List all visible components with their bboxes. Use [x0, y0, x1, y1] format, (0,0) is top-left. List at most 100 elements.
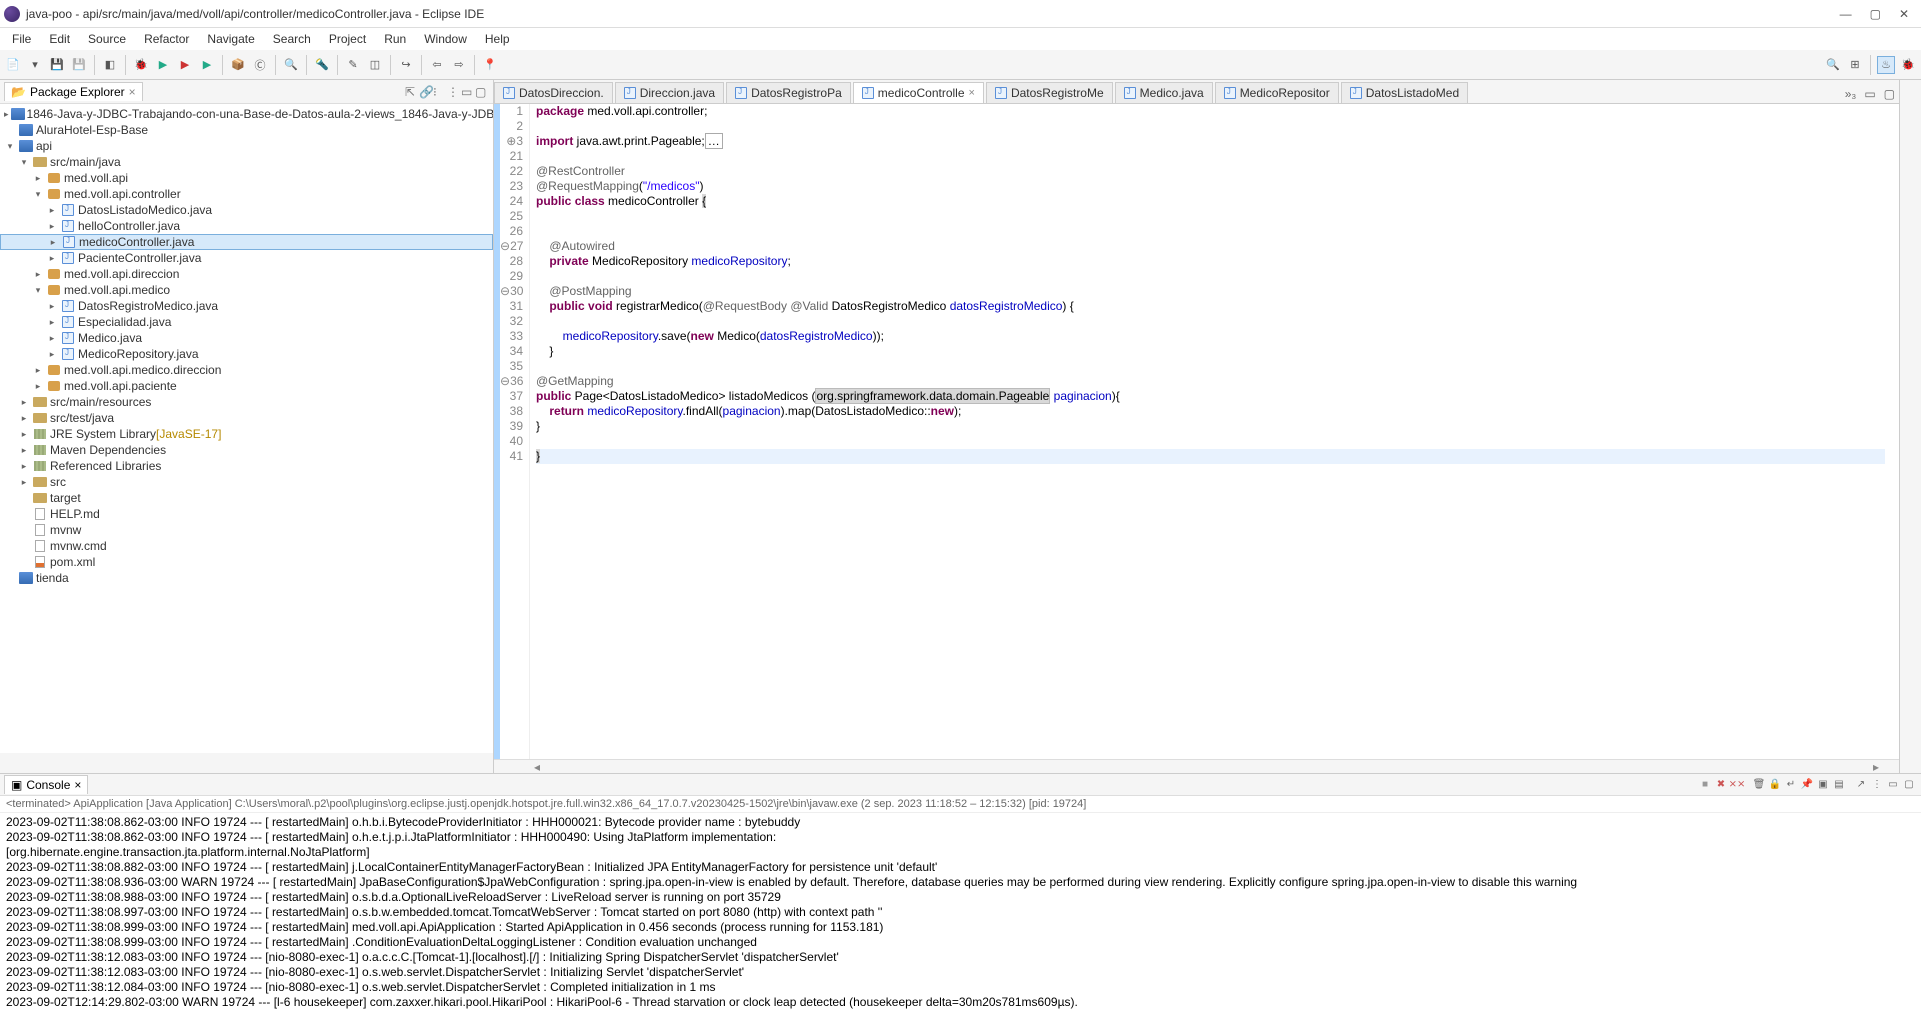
- tree-item[interactable]: ▸Especialidad.java: [0, 314, 493, 330]
- editor-tab[interactable]: DatosRegistroMe: [986, 82, 1113, 103]
- clear-console-icon[interactable]: 🗑: [1751, 777, 1767, 793]
- new-class-icon[interactable]: Ⓒ: [251, 56, 269, 74]
- tree-item[interactable]: mvnw: [0, 522, 493, 538]
- new-package-icon[interactable]: 📦: [229, 56, 247, 74]
- tree-item[interactable]: ▸MedicoRepository.java: [0, 346, 493, 362]
- tab-overflow-icon[interactable]: »₃: [1841, 85, 1861, 103]
- tree-item[interactable]: ▸DatosRegistroMedico.java: [0, 298, 493, 314]
- search-icon[interactable]: 🔦: [313, 56, 331, 74]
- java-perspective-icon[interactable]: ♨: [1877, 56, 1895, 74]
- editor-tab[interactable]: MedicoRepositor: [1215, 82, 1339, 103]
- console-tab[interactable]: ▣ Console ×: [4, 775, 88, 794]
- minimize-editor-icon[interactable]: ▭: [1860, 85, 1879, 103]
- remove-launch-icon[interactable]: ✖: [1713, 777, 1729, 793]
- menu-help[interactable]: Help: [477, 30, 518, 48]
- editor-tab[interactable]: DatosRegistroPa: [726, 82, 851, 103]
- menu-project[interactable]: Project: [321, 30, 374, 48]
- debug-perspective-icon[interactable]: 🐞: [1899, 56, 1917, 74]
- maximize-editor-icon[interactable]: ▢: [1880, 85, 1899, 103]
- menu-source[interactable]: Source: [80, 30, 134, 48]
- close-icon[interactable]: ×: [74, 778, 81, 792]
- close-tab-icon[interactable]: ×: [969, 87, 975, 99]
- tree-item[interactable]: ▸JRE System Library [JavaSE-17]: [0, 426, 493, 442]
- minimize-button[interactable]: —: [1840, 7, 1852, 21]
- view-menu-icon[interactable]: ⋮: [447, 85, 461, 99]
- tree-item[interactable]: ▸PacienteController.java: [0, 250, 493, 266]
- scroll-lock-icon[interactable]: 🔒: [1767, 777, 1783, 793]
- terminate-icon[interactable]: ■: [1697, 777, 1713, 793]
- menu-search[interactable]: Search: [265, 30, 319, 48]
- tree-item[interactable]: target: [0, 490, 493, 506]
- tree-item[interactable]: HELP.md: [0, 506, 493, 522]
- tree-item[interactable]: ▸Maven Dependencies: [0, 442, 493, 458]
- nav-fwd-icon[interactable]: ⇨: [450, 56, 468, 74]
- source-code[interactable]: package med.voll.api.controller; import …: [530, 104, 1885, 759]
- tree-item[interactable]: ▸Medico.java: [0, 330, 493, 346]
- menu-file[interactable]: File: [4, 30, 39, 48]
- tree-item[interactable]: ▾med.voll.api.controller: [0, 186, 493, 202]
- wand-icon[interactable]: ✎: [344, 56, 362, 74]
- tree-item[interactable]: ▸med.voll.api.medico.direccion: [0, 362, 493, 378]
- tree-item[interactable]: ▸medicoController.java: [0, 234, 493, 250]
- tree-item[interactable]: ▾med.voll.api.medico: [0, 282, 493, 298]
- tree-item[interactable]: ▸med.voll.api: [0, 170, 493, 186]
- maximize-console-icon[interactable]: ▢: [1901, 777, 1917, 793]
- tree-item[interactable]: ▸src/test/java: [0, 410, 493, 426]
- tree-item[interactable]: ▸1846-Java-y-JDBC-Trabajando-con-una-Bas…: [0, 106, 493, 122]
- tree-item[interactable]: ▸med.voll.api.direccion: [0, 266, 493, 282]
- tree-item[interactable]: ▸DatosListadoMedico.java: [0, 202, 493, 218]
- open-type-icon[interactable]: 🔍: [282, 56, 300, 74]
- editor-tab[interactable]: DatosListadoMed: [1341, 82, 1468, 103]
- tree-item[interactable]: ▸Referenced Libraries: [0, 458, 493, 474]
- new-icon[interactable]: 📄: [4, 56, 22, 74]
- search-toolbar-icon[interactable]: 🔍: [1824, 56, 1842, 74]
- run-icon[interactable]: ▶: [154, 56, 172, 74]
- menu-refactor[interactable]: Refactor: [136, 30, 197, 48]
- run-config-icon[interactable]: ▶: [198, 56, 216, 74]
- editor-tab[interactable]: medicoControlle×: [853, 82, 984, 103]
- menu-window[interactable]: Window: [416, 30, 475, 48]
- toggle-mark-icon[interactable]: ◫: [366, 56, 384, 74]
- maximize-button[interactable]: ▢: [1870, 7, 1881, 21]
- overview-ruler[interactable]: [1885, 104, 1899, 759]
- tree-item[interactable]: ▸src: [0, 474, 493, 490]
- collapse-all-icon[interactable]: ⇱: [405, 85, 419, 99]
- minimize-view-icon[interactable]: ▭: [461, 85, 475, 99]
- tree-item[interactable]: pom.xml: [0, 554, 493, 570]
- save-all-icon[interactable]: 💾: [70, 56, 88, 74]
- maximize-view-icon[interactable]: ▢: [475, 85, 489, 99]
- new-dropdown-icon[interactable]: ▾: [26, 56, 44, 74]
- remove-all-icon[interactable]: ⨯⨯: [1729, 777, 1745, 793]
- open-perspective-icon[interactable]: ⊞: [1846, 56, 1864, 74]
- close-button[interactable]: ✕: [1899, 7, 1909, 21]
- debug-icon[interactable]: 🐞: [132, 56, 150, 74]
- pin-console-icon[interactable]: 📌: [1799, 777, 1815, 793]
- word-wrap-icon[interactable]: ↵: [1783, 777, 1799, 793]
- tree-item[interactable]: ▸src/main/resources: [0, 394, 493, 410]
- display-console-icon[interactable]: ▣: [1815, 777, 1831, 793]
- scroll-right-icon[interactable]: ▸: [1873, 760, 1879, 773]
- tree-item[interactable]: ▸helloController.java: [0, 218, 493, 234]
- editor-tab[interactable]: DatosDireccion.: [494, 82, 613, 103]
- pin-icon[interactable]: 📍: [481, 56, 499, 74]
- step-icon[interactable]: ↪: [397, 56, 415, 74]
- save-icon[interactable]: 💾: [48, 56, 66, 74]
- menu-edit[interactable]: Edit: [41, 30, 78, 48]
- console-output[interactable]: 2023-09-02T11:38:08.862-03:00 INFO 19724…: [0, 813, 1921, 1033]
- tree-item[interactable]: mvnw.cmd: [0, 538, 493, 554]
- tree-scrollbar[interactable]: [0, 753, 493, 773]
- close-icon[interactable]: ×: [129, 85, 136, 99]
- tree-item[interactable]: ▾src/main/java: [0, 154, 493, 170]
- tree-item[interactable]: tienda: [0, 570, 493, 586]
- open-console-icon[interactable]: ▤: [1831, 777, 1847, 793]
- tree-item[interactable]: ▾api: [0, 138, 493, 154]
- coverage-icon[interactable]: ▶: [176, 56, 194, 74]
- filter-icon[interactable]: ⁝: [433, 85, 447, 99]
- editor-body[interactable]: 12⊕3212223242526⊖272829⊖303132333435⊖363…: [494, 104, 1899, 759]
- link-editor-icon[interactable]: 🔗: [419, 85, 433, 99]
- console-menu-icon[interactable]: ⋮: [1869, 777, 1885, 793]
- editor-tab[interactable]: Direccion.java: [615, 82, 724, 103]
- editor-tab[interactable]: Medico.java: [1115, 82, 1213, 103]
- menu-navigate[interactable]: Navigate: [199, 30, 262, 48]
- project-tree[interactable]: ▸1846-Java-y-JDBC-Trabajando-con-una-Bas…: [0, 104, 493, 753]
